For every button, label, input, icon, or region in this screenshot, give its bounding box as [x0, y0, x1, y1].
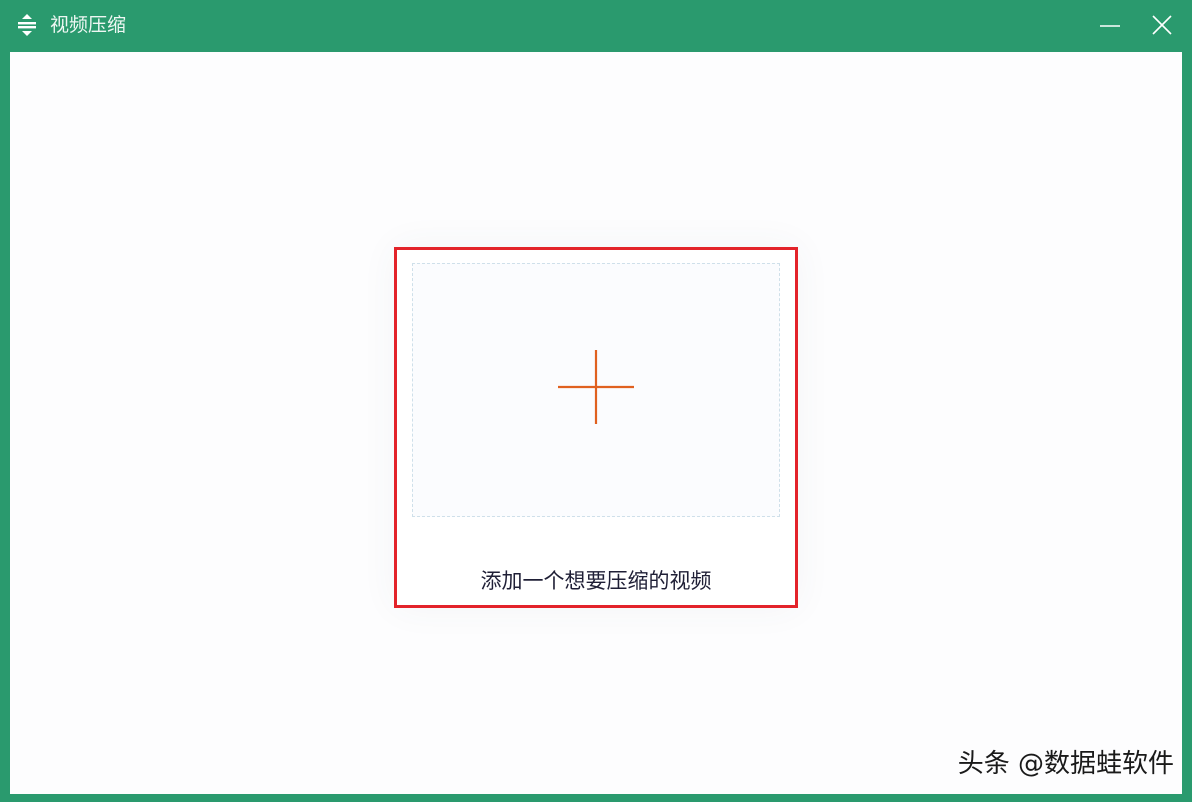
app-window: 视频压缩 添加一个想要压缩的视频 头条 @数据蛙软件 — [0, 0, 1192, 802]
compress-icon — [18, 14, 36, 36]
main-content: 添加一个想要压缩的视频 头条 @数据蛙软件 — [10, 52, 1182, 794]
close-button[interactable] — [1144, 8, 1180, 44]
watermark-text: 头条 @数据蛙软件 — [957, 749, 1174, 779]
minimize-button[interactable] — [1092, 8, 1128, 44]
window-title: 视频压缩 — [50, 14, 127, 36]
add-video-label[interactable]: 添加一个想要压缩的视频 — [396, 566, 796, 596]
title-bar: 视频压缩 — [0, 0, 1192, 52]
minimize-icon — [1100, 25, 1120, 27]
close-icon — [1152, 15, 1172, 35]
plus-icon[interactable] — [558, 350, 634, 424]
